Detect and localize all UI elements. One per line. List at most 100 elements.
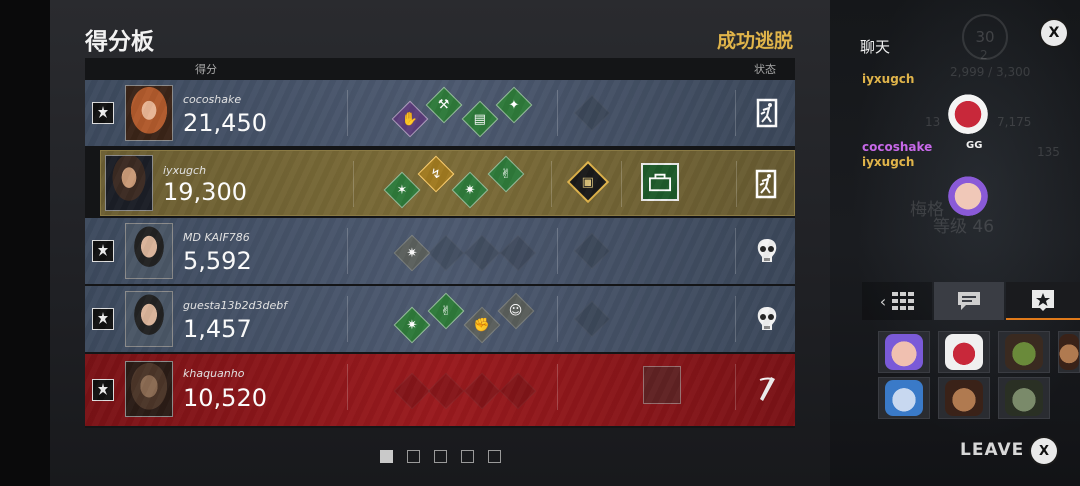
page-dot-5[interactable] [488, 450, 501, 463]
grid-icon [892, 292, 915, 310]
player-score: 19,300 [163, 178, 247, 206]
empty-perk-slot [393, 372, 431, 410]
column-divider [347, 228, 348, 274]
chat-message: GG [966, 140, 983, 151]
column-divider [551, 161, 552, 207]
column-divider [557, 228, 558, 274]
winking-face-emote [946, 172, 990, 216]
empty-perk-slot [499, 372, 537, 410]
partial-emote [1059, 334, 1079, 370]
killer-row[interactable]: khaquanho 10,520 [85, 354, 795, 426]
chat-title: 聊天 [860, 38, 891, 56]
player-score: 5,592 [183, 247, 252, 275]
emote-option[interactable] [878, 377, 930, 419]
player-row-self[interactable]: iyxugch 19,300 ✶ ↯ ✷ ✌ ▣ [100, 150, 795, 216]
tree-creature-emote [1005, 334, 1043, 370]
column-divider [621, 161, 622, 207]
page-indicator[interactable] [380, 450, 501, 463]
leave-close-icon[interactable]: X [1031, 438, 1057, 464]
perk-icon: ✋ [391, 100, 429, 138]
dead-skull-status-icon [751, 234, 783, 268]
perk-icon: ✌ [487, 155, 525, 193]
column-divider [735, 296, 736, 342]
emote-option[interactable] [938, 377, 990, 419]
page-dot-4[interactable] [461, 450, 474, 463]
escaped-status-icon [750, 167, 782, 201]
player-score: 10,520 [183, 384, 267, 412]
winking-face-emote [885, 334, 923, 370]
empty-perk-slot [499, 234, 537, 272]
player-score: 1,457 [183, 315, 252, 343]
player-name: cocoshake [183, 93, 242, 106]
match-outcome: 成功逃脱 [716, 30, 793, 52]
emote-option[interactable] [1058, 331, 1080, 373]
perk-icon: ✌ [427, 292, 465, 330]
perk-icon: ✷ [451, 171, 489, 209]
player-row[interactable]: MD KAIF786 5,592 ✷ [85, 218, 795, 284]
player-name: iyxugch [163, 164, 207, 177]
player-portrait [105, 155, 153, 211]
player-portrait [125, 85, 173, 141]
chat-bubble-icon [958, 292, 980, 310]
chat-sender: iyxugch [862, 72, 915, 86]
page-dot-2[interactable] [407, 450, 420, 463]
empty-perk-slot [427, 372, 465, 410]
survivor-role-icon [92, 308, 114, 330]
weapon-item-icon [643, 366, 681, 404]
escaped-status-icon [751, 96, 783, 130]
stat-c: 135 [1037, 145, 1060, 159]
toolbox-item-icon [641, 163, 679, 201]
player-name: khaquanho [183, 367, 245, 380]
page-dot-1[interactable] [380, 450, 393, 463]
column-divider [557, 90, 558, 136]
perk-icon: ⚒ [425, 86, 463, 124]
empty-item-slot [573, 300, 611, 338]
tab-grid[interactable]: ‹ [862, 282, 932, 320]
perk-icon: ↯ [417, 155, 455, 193]
player-row[interactable]: guesta13b2d3debf 1,457 ✷ ✌ ✊ ☺ [85, 286, 795, 352]
column-divider [347, 364, 348, 410]
zombie-emote [1005, 380, 1043, 416]
chat-sender: iyxugch [862, 155, 915, 169]
demon-emote [946, 90, 990, 134]
emote-option[interactable] [998, 331, 1050, 373]
perk-icon: ✦ [495, 86, 533, 124]
player-name: guesta13b2d3debf [183, 299, 288, 312]
player-portrait [125, 361, 173, 417]
character-rank-faded: 等级 46 [933, 217, 995, 237]
star-emote-icon [1032, 290, 1054, 311]
tab-chat[interactable] [934, 282, 1004, 320]
column-divider [557, 364, 558, 410]
chat-sender: cocoshake [862, 140, 933, 154]
close-chat-button[interactable]: X [1041, 20, 1067, 46]
grinning-killer-emote [945, 380, 983, 416]
page-dot-3[interactable] [434, 450, 447, 463]
blue-creature-emote [885, 380, 923, 416]
perk-icon: ▤ [461, 100, 499, 138]
player-row[interactable]: cocoshake 21,450 ✋ ⚒ ▤ ✦ [85, 80, 795, 146]
dead-skull-status-icon [751, 302, 783, 336]
emote-option[interactable] [998, 377, 1050, 419]
killer-role-icon [92, 379, 114, 401]
perk-icon: ✷ [393, 306, 431, 344]
empty-perk-slot [427, 234, 465, 272]
player-portrait [125, 291, 173, 347]
item-icon: ▣ [566, 160, 610, 204]
survivor-role-icon [92, 102, 114, 124]
tab-emotes[interactable] [1006, 282, 1080, 320]
column-divider [347, 296, 348, 342]
column-divider [347, 90, 348, 136]
empty-item-slot [573, 232, 611, 270]
emote-option[interactable] [878, 331, 930, 373]
demon-emote [945, 334, 983, 370]
emote-option[interactable] [938, 331, 990, 373]
player-score: 21,450 [183, 109, 267, 137]
killer-weapon-status-icon [751, 372, 783, 406]
chat-tabs: ‹ [862, 282, 1080, 320]
empty-item-slot [573, 94, 611, 132]
chevron-left-icon: ‹ [879, 291, 887, 311]
column-divider [735, 364, 736, 410]
stat-b: 7,175 [997, 115, 1032, 129]
leave-button[interactable]: LEAVE [960, 440, 1024, 460]
column-divider [735, 228, 736, 274]
